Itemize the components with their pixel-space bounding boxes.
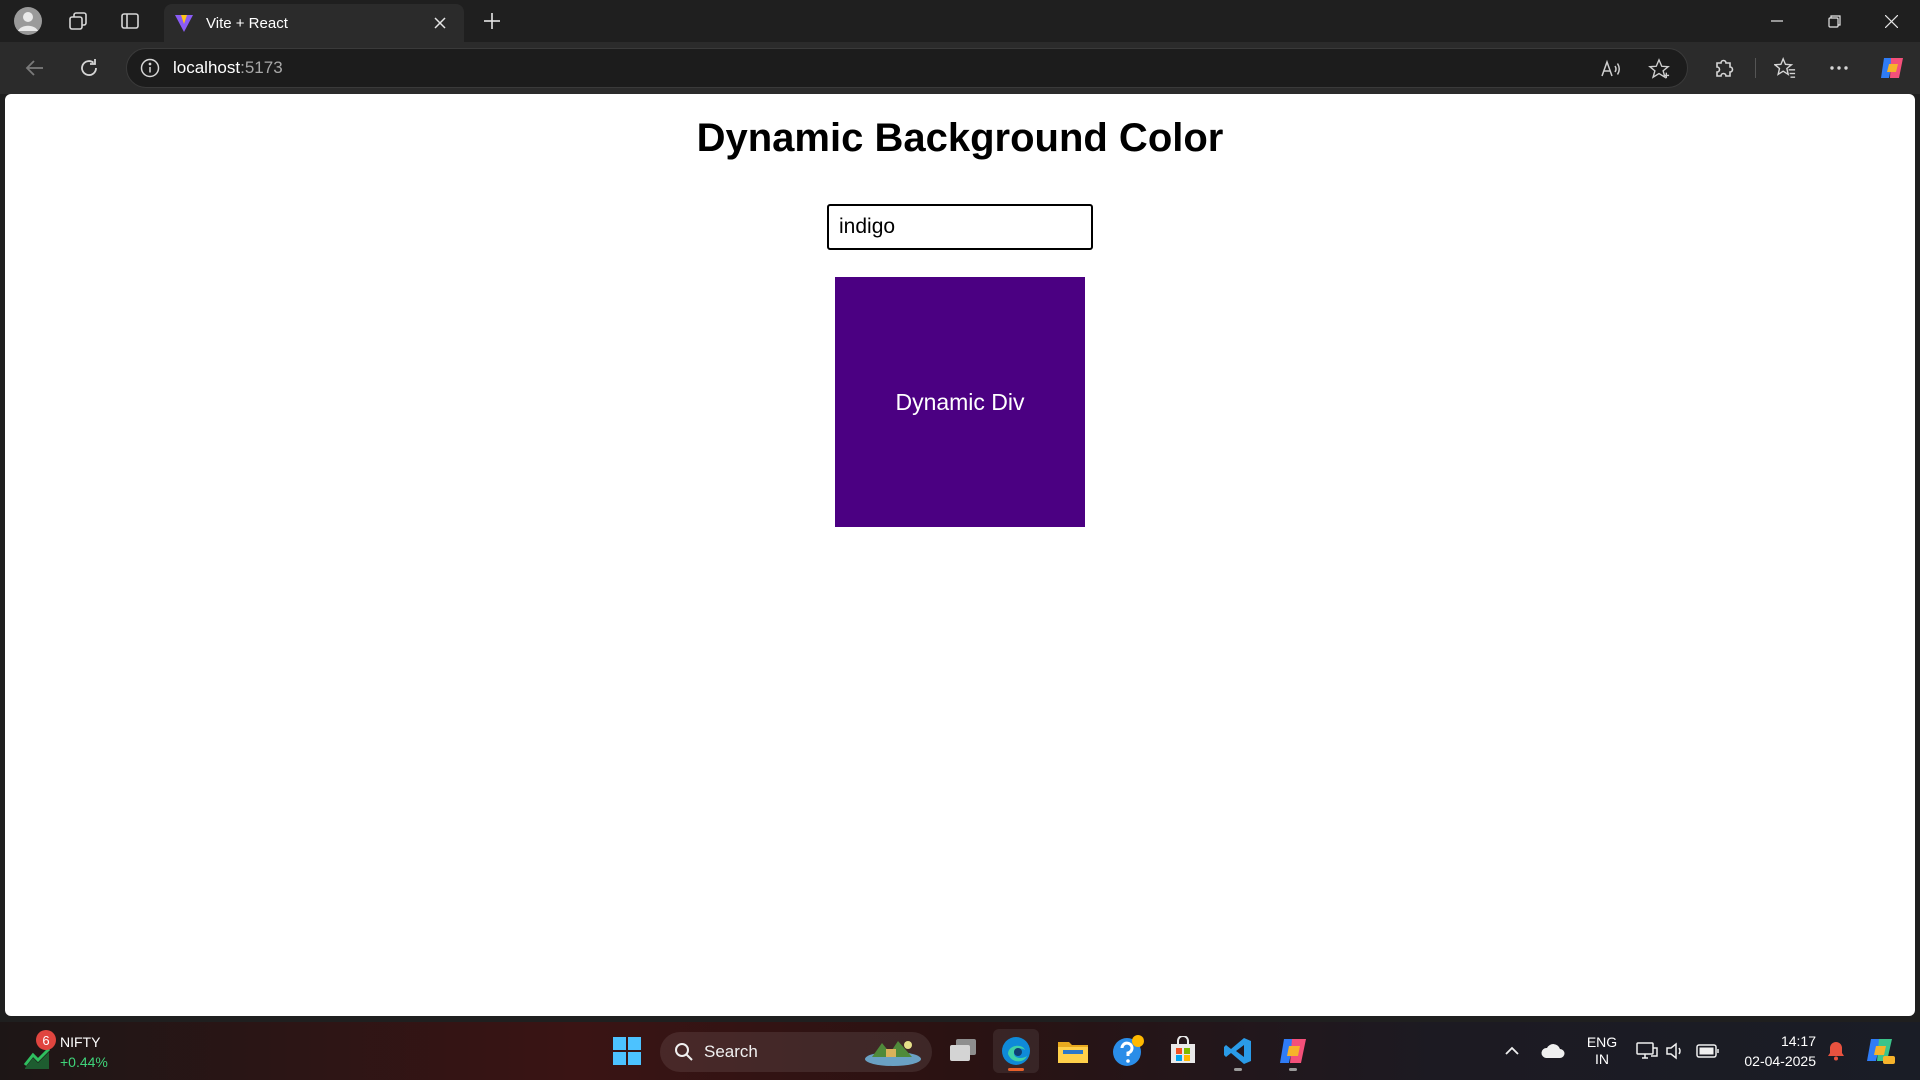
address-port: :5173: [240, 58, 283, 77]
workspaces-icon: [69, 12, 87, 30]
favorites-button[interactable]: [1765, 50, 1805, 86]
extensions-button[interactable]: [1704, 50, 1744, 86]
toolbar-divider: [1755, 58, 1756, 78]
region-code: IN: [1595, 1051, 1609, 1067]
color-input[interactable]: [827, 204, 1093, 250]
profile-avatar-icon: [14, 7, 42, 35]
close-icon: [1884, 14, 1898, 28]
widget-name: NIFTY: [60, 1034, 101, 1050]
minimize-button[interactable]: [1748, 0, 1806, 42]
windows-taskbar: 6 NIFTY +0.44% Search ENG IN 14:17 02-04…: [0, 1022, 1920, 1080]
notifications-button[interactable]: [1822, 1034, 1850, 1068]
dynamic-div-label: Dynamic Div: [895, 388, 1025, 415]
language-code: ENG: [1586, 1034, 1618, 1050]
active-indicator: [1008, 1068, 1024, 1071]
vertical-tabs-icon: [121, 13, 139, 29]
favorite-button[interactable]: [1641, 57, 1677, 81]
search-label: Search: [704, 1042, 758, 1061]
close-icon: [434, 16, 446, 29]
read-aloud-button[interactable]: [1593, 57, 1629, 81]
stock-widget[interactable]: 6 NIFTY +0.44%: [22, 1030, 108, 1074]
search-icon: [675, 1043, 693, 1061]
profile-button[interactable]: [8, 6, 48, 36]
more-icon: [1830, 66, 1848, 70]
widget-change: +0.44%: [60, 1054, 108, 1070]
battery-icon: [1696, 1044, 1719, 1058]
copilot-button[interactable]: [1872, 50, 1912, 86]
plus-icon: [484, 13, 500, 29]
store-icon: [1171, 1036, 1195, 1063]
clock-time: 14:17: [1780, 1033, 1816, 1049]
vertical-tabs-button[interactable]: [110, 6, 150, 36]
read-aloud-icon: [1601, 59, 1620, 77]
close-window-button[interactable]: [1862, 0, 1920, 42]
taskbar-vscode[interactable]: [1215, 1029, 1261, 1073]
tab-title: Vite + React: [206, 14, 288, 32]
copilot-icon: [1280, 1039, 1306, 1063]
back-arrow-icon: [25, 60, 43, 76]
bell-icon: [1828, 1042, 1844, 1061]
restore-button[interactable]: [1805, 0, 1863, 42]
system-clock[interactable]: 14:17 02-04-2025: [1730, 1031, 1816, 1071]
start-button[interactable]: [604, 1029, 650, 1073]
minimize-icon: [1771, 20, 1783, 22]
cloud-icon: [1541, 1044, 1565, 1058]
taskbar-store[interactable]: [1160, 1029, 1206, 1073]
running-indicator: [1234, 1068, 1242, 1071]
volume-button[interactable]: [1662, 1034, 1688, 1068]
back-button[interactable]: [16, 50, 54, 86]
address-host: localhost: [173, 58, 241, 77]
taskbar-get-help[interactable]: [1105, 1029, 1151, 1073]
vite-logo-icon: [175, 15, 193, 32]
address-bar[interactable]: localhost:5173: [126, 48, 1688, 88]
battery-button[interactable]: [1694, 1034, 1722, 1068]
copilot-tray-button[interactable]: [1862, 1034, 1898, 1068]
tab-close-button[interactable]: [428, 13, 452, 34]
page-viewport: Dynamic Background Color Dynamic Div: [5, 94, 1915, 1016]
network-button[interactable]: [1634, 1034, 1660, 1068]
clock-date: 02-04-2025: [1744, 1053, 1816, 1069]
more-button[interactable]: [1819, 50, 1859, 86]
taskbar-edge[interactable]: [993, 1029, 1039, 1073]
dynamic-div: Dynamic Div: [835, 277, 1085, 527]
info-icon: [140, 58, 160, 78]
help-icon: [1113, 1035, 1144, 1066]
page-title: Dynamic Background Color: [696, 116, 1224, 160]
search-highlight-icon: [865, 1041, 921, 1066]
running-indicator: [1289, 1068, 1297, 1071]
chevron-up-icon: [1505, 1046, 1519, 1055]
language-indicator[interactable]: ENG IN: [1584, 1034, 1620, 1068]
site-info-button[interactable]: [127, 58, 173, 78]
browser-toolbar: localhost:5173: [0, 42, 1920, 94]
taskbar-copilot[interactable]: [1270, 1029, 1316, 1073]
vscode-icon: [1224, 1038, 1251, 1064]
copilot-icon: [1881, 58, 1903, 78]
favorites-icon: [1774, 57, 1796, 78]
copilot-icon: [1867, 1039, 1895, 1064]
edge-icon: [1002, 1037, 1030, 1065]
notification-badge: 6: [36, 1030, 56, 1050]
show-hidden-icons-button[interactable]: [1500, 1034, 1524, 1068]
volume-icon: [1666, 1042, 1681, 1060]
network-icon: [1636, 1042, 1658, 1059]
browser-titlebar: Vite + React: [0, 0, 1920, 42]
taskbar-search[interactable]: Search: [660, 1032, 932, 1072]
task-view-icon: [950, 1039, 976, 1061]
star-icon: [1648, 58, 1670, 79]
onedrive-button[interactable]: [1538, 1034, 1568, 1068]
task-view-button[interactable]: [940, 1029, 986, 1073]
puzzle-icon: [1716, 59, 1734, 77]
folder-icon: [1058, 1042, 1088, 1063]
windows-logo-icon: [613, 1037, 641, 1065]
browser-tab[interactable]: Vite + React: [164, 4, 464, 42]
workspaces-button[interactable]: [58, 6, 98, 36]
new-tab-button[interactable]: [475, 6, 509, 36]
refresh-button[interactable]: [70, 50, 108, 86]
taskbar-file-explorer[interactable]: [1050, 1029, 1096, 1073]
refresh-icon: [81, 59, 97, 76]
restore-icon: [1827, 14, 1841, 28]
